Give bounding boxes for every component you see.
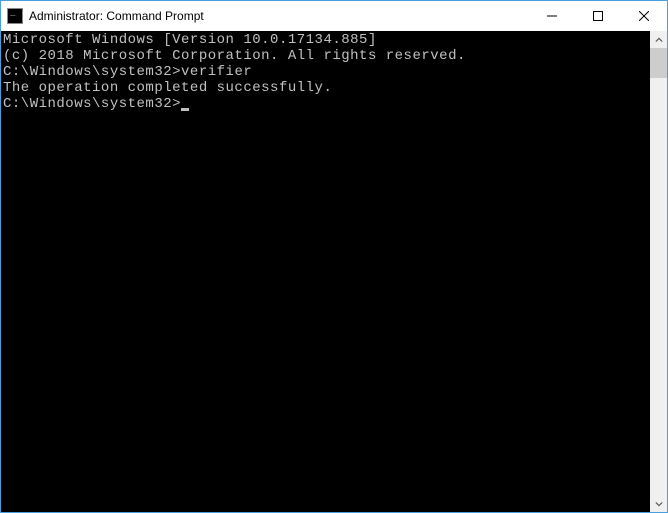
chevron-up-icon bbox=[655, 36, 663, 44]
vertical-scrollbar[interactable] bbox=[650, 31, 667, 512]
window-controls bbox=[529, 1, 667, 31]
prompt-line-1: C:\Windows\system32>verifier bbox=[3, 64, 648, 80]
prompt-path: C:\Windows\system32> bbox=[3, 64, 181, 80]
prompt-path: C:\Windows\system32> bbox=[3, 96, 181, 112]
chevron-down-icon bbox=[655, 500, 663, 508]
copyright-line: (c) 2018 Microsoft Corporation. All righ… bbox=[3, 48, 648, 64]
scroll-down-button[interactable] bbox=[650, 495, 667, 512]
result-line: The operation completed successfully. bbox=[3, 80, 648, 96]
maximize-icon bbox=[593, 11, 603, 21]
titlebar[interactable]: Administrator: Command Prompt bbox=[1, 1, 667, 31]
close-button[interactable] bbox=[621, 1, 667, 31]
minimize-button[interactable] bbox=[529, 1, 575, 31]
terminal-output[interactable]: Microsoft Windows [Version 10.0.17134.88… bbox=[1, 31, 650, 512]
close-icon bbox=[639, 11, 649, 21]
command-prompt-window: Administrator: Command Prompt Microsoft … bbox=[0, 0, 668, 513]
cmd-icon bbox=[7, 8, 23, 24]
window-title: Administrator: Command Prompt bbox=[29, 9, 529, 23]
scroll-up-button[interactable] bbox=[650, 31, 667, 48]
maximize-button[interactable] bbox=[575, 1, 621, 31]
cursor bbox=[181, 108, 189, 111]
content-area: Microsoft Windows [Version 10.0.17134.88… bbox=[1, 31, 667, 512]
command-input: verifier bbox=[181, 64, 252, 80]
scroll-thumb[interactable] bbox=[650, 48, 667, 78]
scroll-track[interactable] bbox=[650, 48, 667, 495]
minimize-icon bbox=[547, 11, 557, 21]
prompt-line-2: C:\Windows\system32> bbox=[3, 96, 648, 112]
version-line: Microsoft Windows [Version 10.0.17134.88… bbox=[3, 32, 648, 48]
